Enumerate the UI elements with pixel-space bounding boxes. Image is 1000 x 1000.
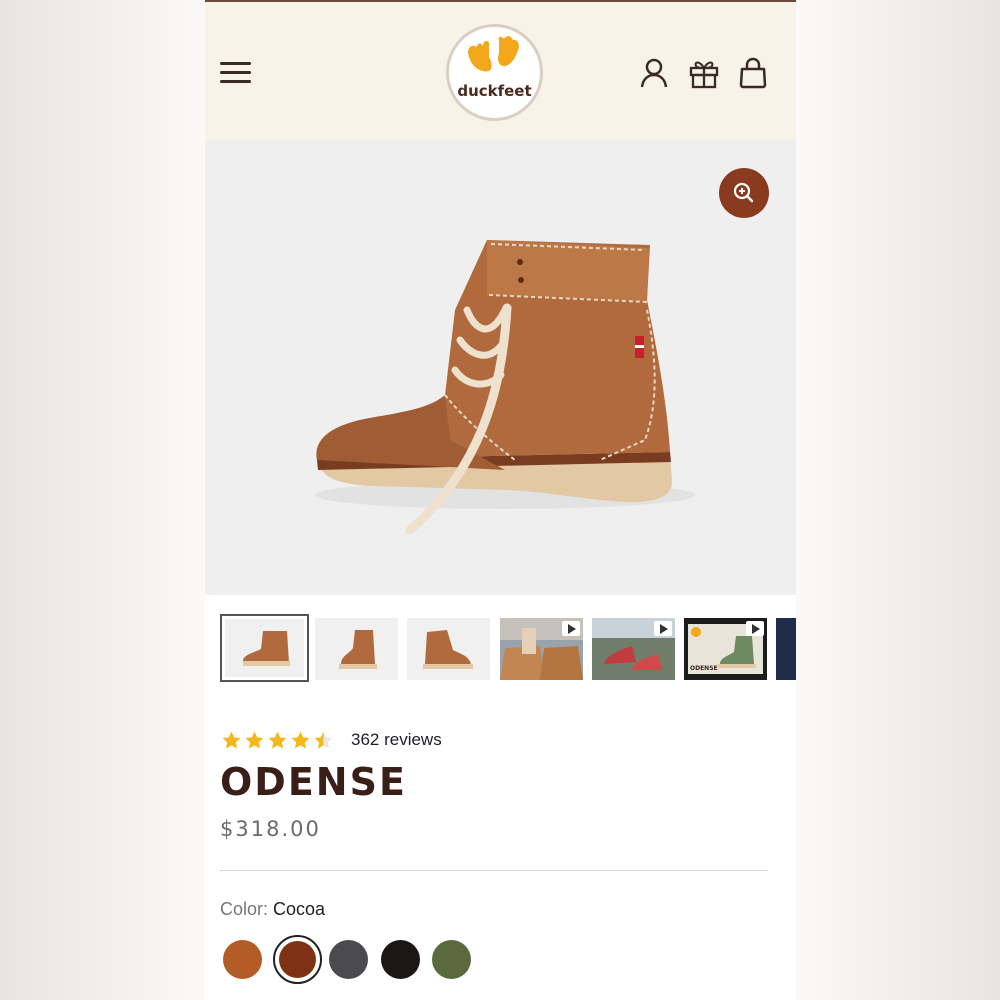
- rating-summary[interactable]: 362 reviews: [221, 728, 442, 752]
- star-icon: [222, 731, 241, 749]
- thumbnail-outdoor-video[interactable]: [592, 618, 675, 680]
- site-header: duckfeet: [205, 0, 796, 140]
- product-title: ODENSE: [220, 760, 407, 804]
- color-label: Color:: [220, 899, 269, 919]
- account-icon[interactable]: [639, 57, 669, 89]
- play-icon: [746, 621, 764, 636]
- swatch-tan[interactable]: [223, 940, 262, 979]
- swatch-cocoa[interactable]: [273, 935, 322, 984]
- boot-image: [315, 240, 695, 535]
- half-star-icon: [314, 731, 333, 749]
- color-value: Cocoa: [273, 899, 326, 919]
- swatch-black[interactable]: [381, 940, 420, 979]
- thumbnail-boot-back[interactable]: [407, 618, 490, 680]
- play-icon: [654, 621, 672, 636]
- gift-icon[interactable]: [688, 57, 719, 89]
- product-image[interactable]: [205, 140, 796, 595]
- star-rating: [221, 730, 334, 751]
- menu-icon[interactable]: [220, 60, 252, 86]
- zoom-button[interactable]: [719, 168, 769, 218]
- divider: [220, 870, 768, 871]
- swatch-green[interactable]: [432, 940, 471, 979]
- duckfeet-logo[interactable]: duckfeet: [446, 24, 543, 121]
- bag-icon[interactable]: [738, 57, 768, 89]
- product-page: duckfeet ODENSE 362 reviews ODENSE $318.…: [205, 0, 796, 1000]
- zoom-in-icon: [733, 182, 754, 203]
- star-icon: [291, 731, 310, 749]
- thumbnail-lacing-video[interactable]: [500, 618, 583, 680]
- color-swatches: [223, 935, 483, 984]
- star-icon: [268, 731, 287, 749]
- swatch-grey[interactable]: [329, 940, 368, 979]
- play-icon: [562, 621, 580, 636]
- logo-text: duckfeet: [457, 82, 532, 100]
- star-icon: [245, 731, 264, 749]
- svg-text:ODENSE: ODENSE: [690, 665, 718, 672]
- thumbnail-odense-video[interactable]: ODENSE: [684, 618, 767, 680]
- duck-feet-icon: [468, 36, 519, 72]
- thumbnail-strip: ODENSE: [205, 612, 796, 684]
- review-count-link[interactable]: 362 reviews: [351, 730, 442, 750]
- thumbnail-boot-side[interactable]: [220, 614, 309, 682]
- product-price: $318.00: [220, 817, 321, 841]
- color-selector-label: Color: Cocoa: [220, 899, 325, 920]
- thumbnail-boot-front[interactable]: [315, 618, 398, 680]
- thumbnail-more[interactable]: [776, 618, 796, 680]
